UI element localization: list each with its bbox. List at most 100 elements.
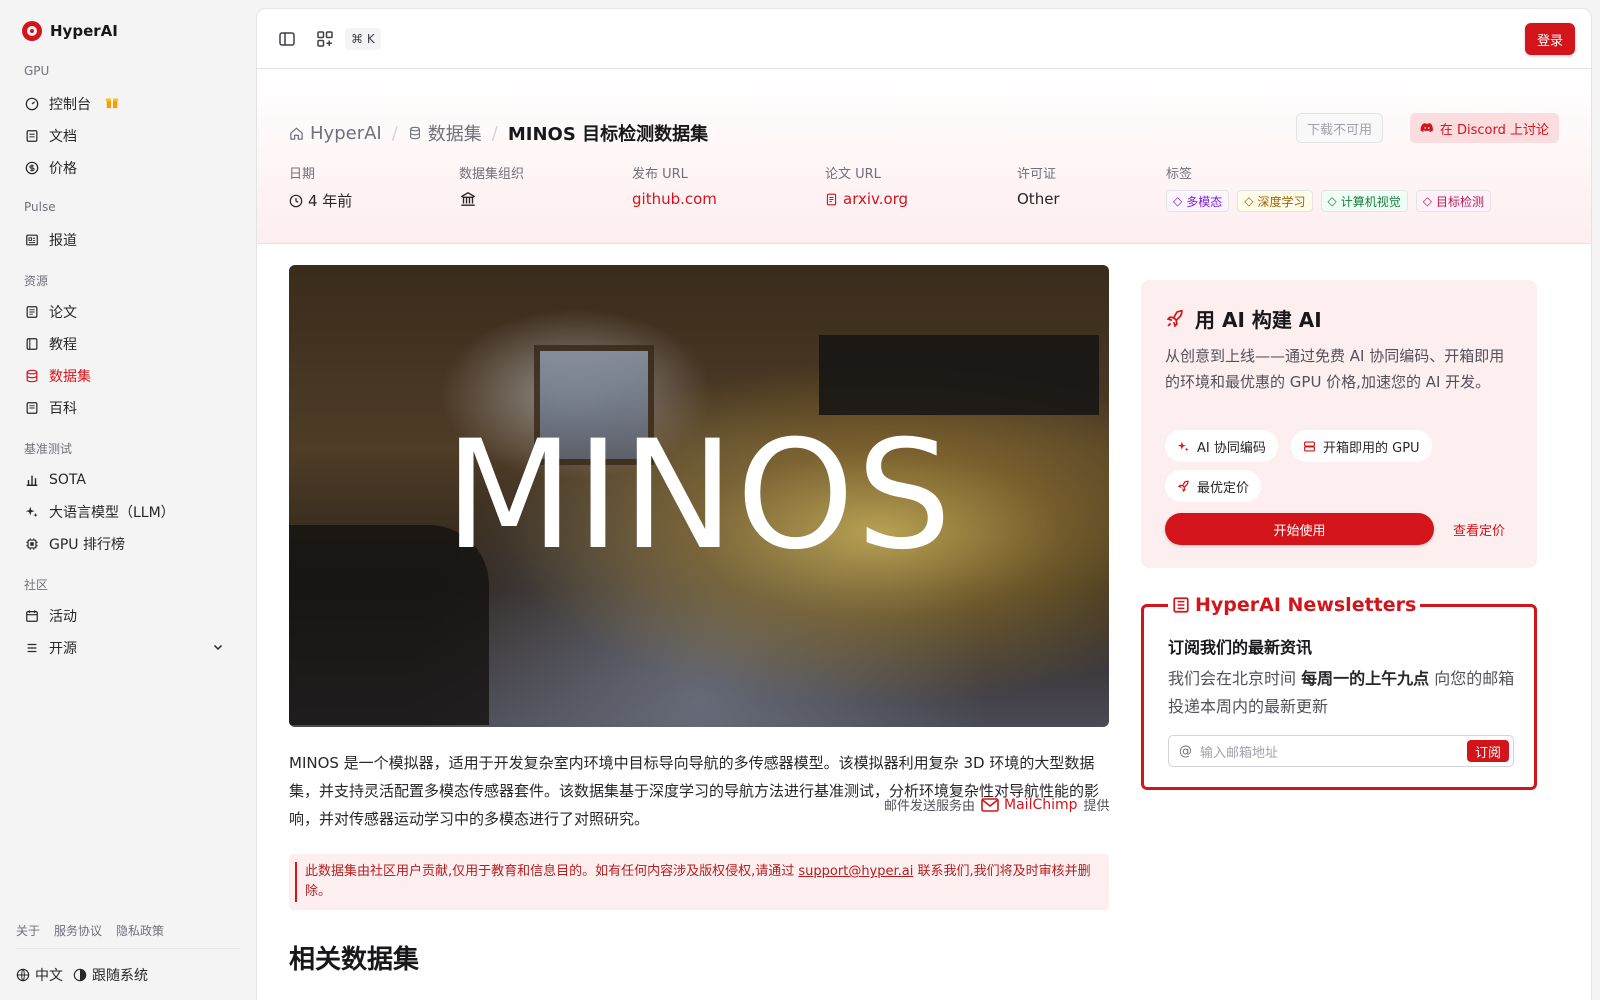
newsletter-heading: 订阅我们的最新资讯 [1168,638,1313,657]
tag[interactable]: ◇ 计算机视觉 [1320,190,1408,212]
discord-button[interactable]: 在 Discord 上讨论 [1409,113,1559,143]
sidebar-item-console[interactable]: 控制台 [16,89,238,119]
sidebar-item-label: 开源 [49,641,77,657]
pill-pricing: 最优定价 [1165,470,1262,502]
breadcrumb: HyperAI / 数据集 / MINOS 目标检测数据集 [289,120,708,146]
sidebar-item-tutorials[interactable]: 教程 [16,329,238,359]
github-link[interactable]: github.com [632,190,717,208]
email-field[interactable]: @ 输入邮箱地址 订阅 [1168,735,1514,767]
mailchimp-link[interactable]: MailChimp [981,797,1078,813]
sidebar-bottom: 中文 跟随系统 [16,965,148,985]
at-icon: @ [1179,743,1192,759]
sidebar-item-datasets[interactable]: 数据集 [16,361,238,391]
start-button[interactable]: 开始使用 [1165,513,1434,545]
home-icon [290,127,303,140]
sidebar-item-label: 数据集 [49,369,91,385]
pill-ai-coding: AI 协同编码 [1165,430,1278,462]
promo-title: 用 AI 构建 AI [1165,304,1322,333]
language-selector[interactable]: 中文 [16,965,63,985]
arxiv-link[interactable]: arxiv.org [825,190,908,208]
sidebar-item-reports[interactable]: 报道 [16,225,238,255]
topbar: ⌘ K 登录 [257,9,1591,69]
sidebar-item-label: 文档 [49,129,77,145]
sidebar-item-sota[interactable]: SOTA [16,465,238,495]
paper-icon [25,305,39,319]
sidebar-item-label: 大语言模型（LLM） [49,505,175,521]
section-resources: 资源 [24,274,49,288]
copyright-notice: 此数据集由社区用户贡献,仅用于教育和信息目的。如有任何内容涉及版权侵权,请通过 … [289,854,1109,910]
chevron-down-icon[interactable] [212,641,224,657]
subscribe-button[interactable]: 订阅 [1466,740,1509,762]
privacy-link[interactable]: 隐私政策 [116,922,164,939]
terms-link[interactable]: 服务协议 [54,922,102,939]
view-pricing-link[interactable]: 查看定价 [1453,520,1505,539]
license-value: Other [1017,190,1060,208]
theme-icon [73,968,87,982]
hero-image: MINOS [289,265,1109,727]
newsletter-text: 我们会在北京时间 每周一的上午九点 向您的邮箱投递本周内的最新更新 [1168,669,1515,716]
hyperai-logo-icon [22,21,42,41]
calendar-icon [25,609,39,623]
theme-label: 跟随系统 [92,968,148,984]
dataset-header: HyperAI / 数据集 / MINOS 目标检测数据集 下载不可用 在 Di… [257,70,1591,244]
tag[interactable]: ◇ 深度学习 [1237,190,1313,212]
tag-icon: ◇ [1327,194,1337,208]
sparkles-icon [1177,441,1189,451]
section-pulse: Pulse [24,200,56,214]
sidebar-item-label: 价格 [49,161,77,177]
search-shortcut[interactable]: ⌘ K [345,28,381,50]
mail-icon [981,797,999,812]
institution-icon [460,192,476,206]
brand[interactable]: HyperAI [22,21,118,41]
rocket-icon [1177,480,1189,492]
newsletter-box: HyperAI Newsletters 订阅我们的最新资讯 我们会在北京时间 每… [1141,594,1537,790]
database-icon [409,126,420,140]
sidebar-item-open-source[interactable]: 开源 [16,633,238,663]
sidebar-item-events[interactable]: 活动 [16,601,238,631]
discord-icon [1420,123,1433,133]
sidebar-item-label: 论文 [49,305,77,321]
sidebar-item-pricing[interactable]: 价格 [16,153,238,183]
newsletter-title: HyperAI Newsletters [1168,594,1421,616]
sidebar-item-docs[interactable]: 文档 [16,121,238,151]
sidebar-item-llm[interactable]: 大语言模型（LLM） [16,497,238,527]
promo-card: 用 AI 构建 AI 从创意到上线——通过免费 AI 协同编码、开箱即用的环境和… [1141,280,1537,568]
meta-organization: 数据集组织 [459,163,524,208]
meta-date: 日期 4 年前 [289,167,353,210]
encyclopedia-icon [25,401,39,415]
apps-grid-icon[interactable] [315,29,335,49]
brand-name: HyperAI [50,22,118,40]
breadcrumb-separator: / [491,122,498,144]
meta-license: 许可证 Other [1017,167,1060,208]
support-email-link[interactable]: support@hyper.ai [798,864,913,879]
chip-icon [25,537,39,551]
breadcrumb-home[interactable]: HyperAI [289,123,382,144]
meta-tags: 标签 ◇ 多模态 ◇ 深度学习 ◇ 计算机视觉 ◇ 目标检测 [1166,163,1491,212]
sidebar-item-papers[interactable]: 论文 [16,297,238,327]
login-button[interactable]: 登录 [1525,23,1575,55]
server-icon [1304,440,1315,452]
page-title: MINOS 目标检测数据集 [507,124,709,145]
sidebar-item-gpu-leaderboard[interactable]: GPU 排行榜 [16,529,238,559]
dollar-icon [25,161,39,175]
sparkles-icon [25,505,39,519]
sidebar-item-label: 报道 [49,233,77,249]
pill-gpu: 开箱即用的 GPU [1291,430,1432,462]
sidebar-item-label: 百科 [49,401,77,417]
sidebar-divider [16,948,240,949]
breadcrumb-datasets[interactable]: 数据集 [408,120,482,146]
section-community: 社区 [24,578,49,592]
about-link[interactable]: 关于 [16,922,40,939]
tag[interactable]: ◇ 多模态 [1166,190,1230,212]
sidebar-item-label: 教程 [49,337,77,353]
tag[interactable]: ◇ 目标检测 [1415,190,1491,212]
download-unavailable-button[interactable]: 下载不可用 [1295,113,1383,143]
dataset-description: MINOS 是一个模拟器，适用于开发复杂室内环境中目标导向导航的多传感器模型。该… [289,754,1100,828]
sidebar-toggle-icon[interactable] [277,29,297,49]
tutorial-icon [25,337,39,351]
sidebar-item-encyclopedia[interactable]: 百科 [16,393,238,423]
gauge-icon [25,97,39,111]
sidebar-item-label: SOTA [49,472,86,488]
theme-selector[interactable]: 跟随系统 [73,965,148,985]
bar-chart-icon [25,473,39,487]
